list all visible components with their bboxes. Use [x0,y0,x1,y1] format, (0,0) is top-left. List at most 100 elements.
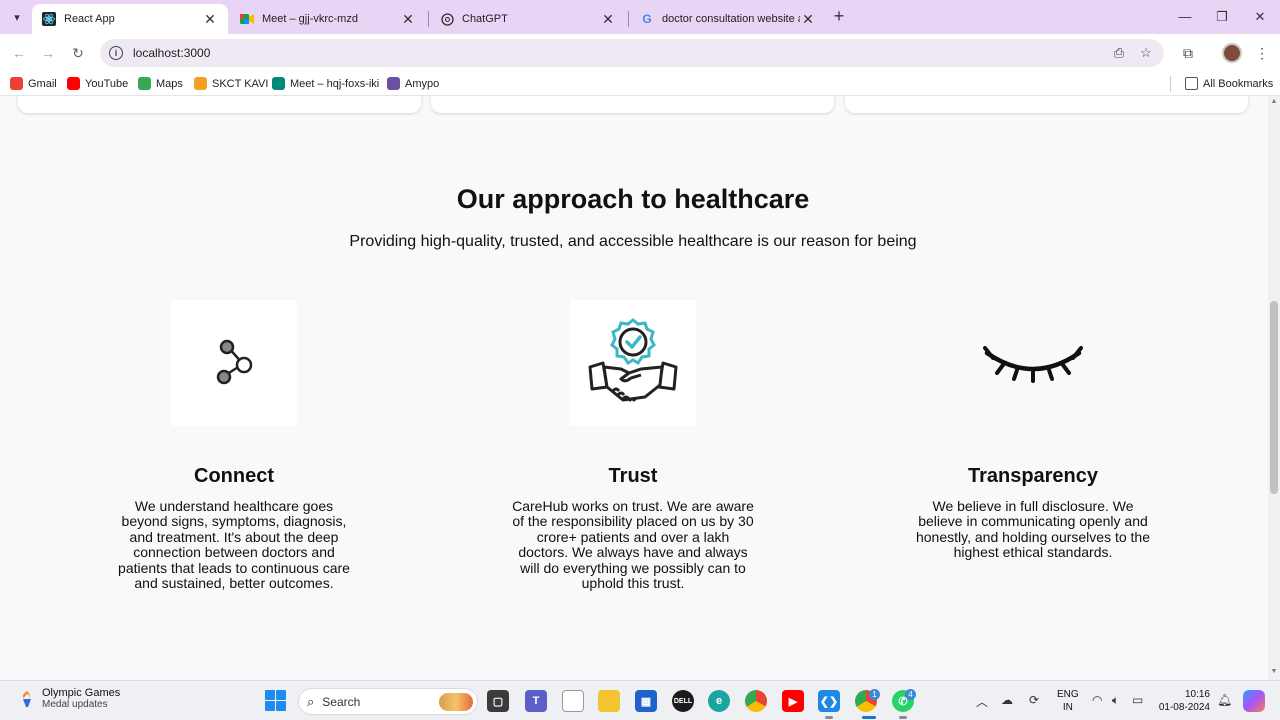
install-app-icon[interactable]: ⎙ [1110,45,1128,61]
url-text[interactable]: localhost:3000 [133,46,1110,60]
wifi-icon[interactable]: ◠ [1092,693,1102,707]
tab-meet[interactable]: Meet – gjj-vkrc-mzd ✕ [230,4,426,34]
bookmark-label: YouTube [85,77,129,90]
site-info-icon[interactable]: i [109,46,123,60]
youtube-app-icon[interactable]: ▶ [782,690,804,712]
pillar-icon-box [970,300,1096,426]
new-tab-plus-icon[interactable]: + [828,6,850,28]
tab-chatgpt[interactable]: ChatGPT ✕ [430,4,626,34]
bookmark-gmail[interactable]: Gmail [10,77,57,90]
whatsapp-badge: 4 [905,689,916,700]
more-menu-icon[interactable]: ⋮ [1252,43,1272,63]
pillar-icon-box [171,300,297,426]
scrollbar-thumb[interactable] [1270,301,1278,494]
bookmark-meet[interactable]: Meet – hqj-foxs-iki [272,77,379,90]
vscode-icon[interactable]: ❮❯ [818,690,840,712]
pillar-icon-box [570,300,696,426]
close-icon[interactable]: ✕ [800,11,816,28]
show-hidden-icons-chevron-icon[interactable]: ︿ [976,693,988,710]
microsoft-store-icon[interactable]: ▦ [635,690,657,712]
tab-label: Meet – gjj-vkrc-mzd [262,13,358,25]
dell-icon[interactable]: DELL [672,690,694,712]
bookmark-label: Maps [156,77,183,90]
windows-start-icon[interactable] [265,690,286,711]
edge-icon[interactable]: e [708,690,730,712]
widget-title: Olympic Games [42,687,121,699]
bookmarks-bar: Gmail YouTube Maps SKCT KAVI Meet – hqj-… [0,72,1280,96]
youtube-icon [67,77,80,90]
chatgpt-icon [440,12,454,26]
pillar-description: We believe in full disclosure. We believ… [915,498,1150,561]
address-bar[interactable]: i localhost:3000 ⎙ ☆ [100,39,1164,67]
notification-bell-icon[interactable]: 🔔︎ [1217,693,1232,707]
language-indicator[interactable]: ENG IN [1057,688,1079,714]
pillar-title: Connect [194,465,274,487]
onedrive-icon[interactable]: ☁ [1001,693,1013,707]
chrome-icon[interactable] [745,690,767,712]
pillar-connect: Connect We understand healthcare goes be… [104,300,364,591]
minimize-icon[interactable]: — [1167,6,1203,28]
bookmark-label: SKCT KAVI [212,77,269,90]
bookmark-maps[interactable]: Maps [138,77,183,90]
battery-icon[interactable]: ▭ [1132,693,1143,707]
handshake-badge-icon [588,318,678,402]
file-explorer-icon[interactable] [598,690,620,712]
close-icon[interactable]: ✕ [202,11,218,28]
bookmark-label: Meet – hqj-foxs-iki [290,77,380,90]
reload-icon[interactable]: ↻ [67,42,89,64]
system-clock[interactable]: 10:16 01-08-2024 [1158,688,1210,714]
tab-google-search[interactable]: G doctor consultation website as ✕ [630,4,826,34]
restore-icon[interactable]: ❐ [1204,6,1240,28]
meet-icon [272,77,285,90]
tab-label: doctor consultation website as [662,13,800,25]
task-view-icon[interactable]: ▢ [487,690,509,712]
close-icon[interactable]: ✕ [600,11,616,28]
taskbar-search[interactable]: ⌕ Search [298,688,478,715]
back-arrow-icon[interactable]: ← [8,42,30,64]
pillar-transparency: Transparency We believe in full disclosu… [903,300,1163,561]
tab-react-app[interactable]: React App ✕ [32,4,228,34]
bookmark-skct-kavi[interactable]: SKCT KAVI [194,77,268,90]
copilot-icon[interactable] [1243,690,1265,712]
profile-avatar[interactable] [1222,43,1242,63]
tab-separator [628,11,629,27]
sync-icon[interactable]: ⟳ [1029,693,1039,707]
running-indicator [899,716,907,719]
running-indicator [825,716,833,719]
bookmark-star-icon[interactable]: ☆ [1137,45,1155,61]
previous-section-card [431,96,834,113]
browser-toolbar: ← → ↻ i localhost:3000 ⎙ ☆ ⧉ ⋮ [0,34,1280,72]
previous-section-card [18,96,421,113]
widgets-weather[interactable]: Olympic Games Medal updates [18,687,120,710]
clock-date: 01-08-2024 [1158,702,1210,713]
torch-icon [22,690,31,707]
active-indicator [862,716,876,719]
section-subheading: Providing high-quality, trusted, and acc… [349,233,917,250]
pillar-title: Transparency [967,465,1099,487]
page-scrollbar[interactable]: ▲ ▼ [1268,96,1280,680]
forward-arrow-icon[interactable]: → [37,42,59,64]
chrome-profile-badge: 1 [869,689,880,700]
scroll-up-arrow-icon[interactable]: ▲ [1270,98,1278,105]
bookmark-amypo[interactable]: Amypo [387,77,439,90]
close-icon[interactable]: ✕ [400,11,416,28]
all-bookmarks-folder[interactable]: All Bookmarks [1185,77,1273,90]
extensions-puzzle-icon[interactable]: ⧉ [1178,43,1198,63]
meet-icon [240,12,254,26]
language-code: ENG [1057,689,1079,700]
scroll-down-arrow-icon[interactable]: ▼ [1270,668,1278,675]
region-code: IN [1062,702,1073,713]
notepad-file-icon[interactable] [562,690,584,712]
widget-subtitle: Medal updates [42,699,108,710]
bookmark-label: All Bookmarks [1203,77,1274,90]
skct-icon [194,77,207,90]
bookmark-separator [1170,76,1171,92]
browser-tab-strip: ▾ React App ✕ Meet – gjj-vkrc-mzd ✕ Chat… [0,0,1280,34]
react-icon [42,12,56,26]
volume-icon[interactable]: 🔈︎ [1112,693,1119,708]
window-close-icon[interactable]: ✕ [1242,6,1278,28]
tab-search-chevron-icon[interactable]: ▾ [6,6,28,28]
bookmark-youtube[interactable]: YouTube [67,77,128,90]
gmail-icon [10,77,23,90]
teams-icon[interactable]: T [525,690,547,712]
